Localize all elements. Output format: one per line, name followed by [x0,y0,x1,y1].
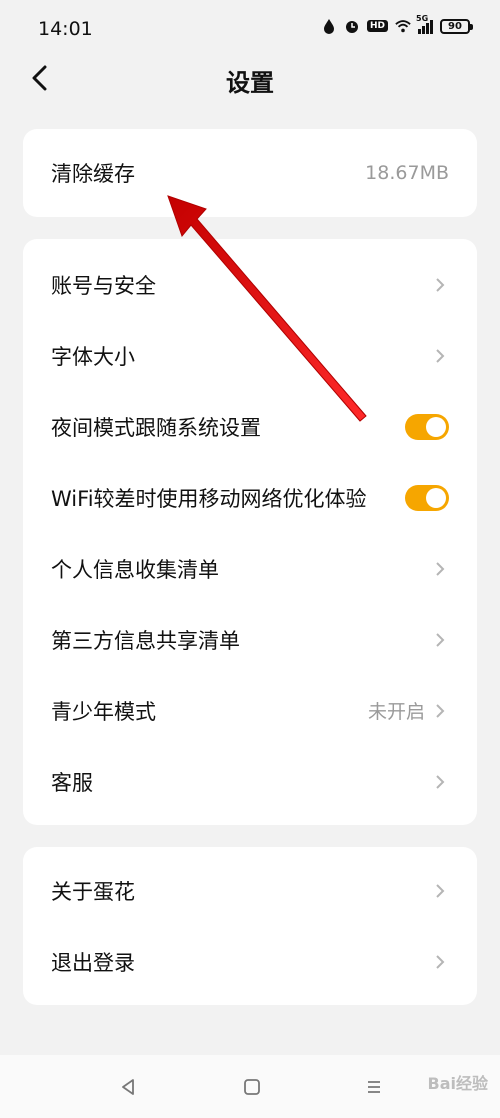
settings-item-font-size[interactable]: 字体大小 [23,320,477,391]
settings-item-third-party[interactable]: 第三方信息共享清单 [23,604,477,675]
settings-item-teen-mode[interactable]: 青少年模式 未开启 [23,675,477,746]
system-nav-bar [0,1055,500,1118]
status-icons: HD 5G 90 [321,14,473,34]
wifi-optimize-toggle[interactable] [405,484,449,511]
settings-item-label: 青少年模式 [51,699,156,724]
page-title: 设置 [226,69,274,97]
settings-item-personal-info[interactable]: 个人信息收集清单 [23,533,477,604]
chevron-right-icon [435,773,449,791]
network-type: 5G [416,14,429,23]
chevron-right-icon [435,631,449,649]
signal-icon: 5G [416,14,433,34]
settings-item-customer-service[interactable]: 客服 [23,746,477,817]
nav-home-button[interactable] [240,1075,264,1099]
settings-item-label: 账号与安全 [51,273,156,298]
drop-icon [321,18,337,34]
cache-size: 18.67MB [365,162,449,184]
chevron-right-icon [435,276,449,294]
settings-item-label: 退出登录 [51,950,135,975]
settings-item-label: 夜间模式跟随系统设置 [51,415,261,440]
settings-item-about[interactable]: 关于蛋花 [23,855,477,926]
chevron-right-icon [435,347,449,365]
settings-item-account-security[interactable]: 账号与安全 [23,249,477,320]
settings-item-night-mode: 夜间模式跟随系统设置 [23,391,477,462]
chevron-right-icon [435,953,449,971]
battery-level: 90 [448,20,462,32]
settings-card: 账号与安全 字体大小 夜间模式跟随系统设置 WiFi较差时使用移动网络优化体验 … [23,239,477,825]
wifi-icon [395,18,411,34]
status-bar: 14:01 HD 5G 90 [0,0,500,60]
teen-mode-status: 未开启 [367,701,425,723]
night-mode-toggle[interactable] [405,413,449,440]
settings-item-label: 个人信息收集清单 [51,557,219,582]
menu-icon [368,1081,380,1093]
settings-item-label: 客服 [51,770,93,795]
settings-item-label: 关于蛋花 [51,879,135,904]
chevron-right-icon [435,882,449,900]
cache-card: 清除缓存 18.67MB [23,129,477,217]
triangle-back-icon [122,1079,134,1095]
battery-icon: 90 [440,18,473,34]
nav-recents-button[interactable] [362,1075,386,1099]
settings-item-label: 第三方信息共享清单 [51,628,240,653]
hd-icon: HD [366,20,388,32]
settings-item-label: 字体大小 [51,344,135,369]
clear-cache-row[interactable]: 清除缓存 18.67MB [23,129,477,217]
clear-cache-label: 清除缓存 [51,162,135,186]
settings-item-logout[interactable]: 退出登录 [23,926,477,997]
nav-back-button[interactable] [116,1075,140,1099]
about-card: 关于蛋花 退出登录 [23,847,477,1005]
top-bar: 设置 [0,55,500,103]
status-time: 14:01 [38,18,93,40]
chevron-right-icon [435,560,449,578]
square-home-icon [244,1079,260,1095]
alarm-icon [344,18,360,34]
settings-item-label: WiFi较差时使用移动网络优化体验 [51,486,367,511]
settings-item-wifi-optimize: WiFi较差时使用移动网络优化体验 [23,462,477,533]
chevron-right-icon [435,702,449,720]
watermark: Bai经验 [427,1074,488,1093]
